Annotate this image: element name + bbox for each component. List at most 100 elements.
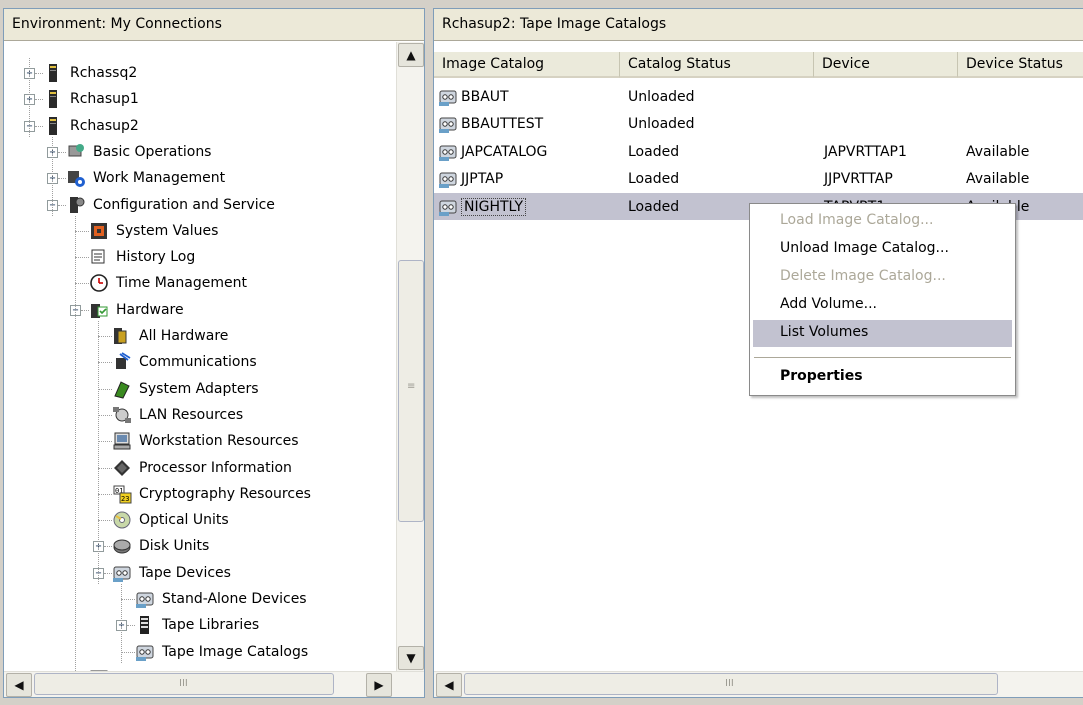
tree-node-label: History Log <box>116 249 196 266</box>
tree-node[interactable]: System Values <box>89 218 220 244</box>
navigation-tree[interactable]: + Rchassq2 + Rchasup1− Rchasup2 + Basic Operat… <box>4 42 397 672</box>
tree-connector <box>98 493 112 495</box>
tree-connector <box>98 441 112 443</box>
system-adapters-icon <box>112 379 132 399</box>
cell-device: JJPVRTTAP <box>824 171 893 188</box>
tree-node[interactable]: All Hardware <box>112 323 230 349</box>
menu-separator <box>754 357 1011 358</box>
tree-node[interactable]: Work Management <box>66 165 227 191</box>
tree-node-label: Optical Units <box>139 512 229 529</box>
cell-catalog-status: Unloaded <box>628 116 695 133</box>
scroll-left-button[interactable]: ◀ <box>6 673 32 697</box>
tape-image-catalog-icon <box>438 197 460 217</box>
tree-node[interactable]: Tape Libraries <box>135 612 261 638</box>
tree-node[interactable]: Time Management <box>89 270 249 296</box>
catalog-name: JJPTAP <box>461 171 504 188</box>
catalog-row[interactable]: BBAUT Unloaded <box>434 83 1083 110</box>
tree-node[interactable]: Disk Units <box>112 533 211 559</box>
catalog-row[interactable]: BBAUTTEST Unloaded <box>434 111 1083 138</box>
tree-node[interactable]: Tape Image Catalogs <box>135 639 310 665</box>
configuration-icon <box>66 195 86 215</box>
tree-node-label: Time Management <box>116 275 247 292</box>
cell-device-status: Available <box>966 171 1030 188</box>
tree-node[interactable]: Rchasup1 <box>43 86 141 112</box>
tree-node[interactable]: Communications <box>112 349 259 375</box>
tree-connector <box>35 99 43 101</box>
tape-drive-icon <box>135 589 155 609</box>
catalog-row[interactable]: JJPTAP Loaded JJPVRTTAP Available <box>434 166 1083 193</box>
tree-node-label: Tape Image Catalogs <box>162 643 309 660</box>
tree-node[interactable]: 01 23 Cryptography Resources <box>112 481 313 507</box>
tree-scroll-thumb[interactable]: ≡ <box>398 260 424 522</box>
tree-node-label: Cryptography Resources <box>139 485 311 502</box>
tree-node[interactable]: Tape Devices <box>112 560 233 586</box>
tree-node[interactable]: Basic Operations <box>66 139 213 165</box>
tree-guide-line <box>52 136 53 216</box>
tree-hscroll-thumb[interactable]: III <box>34 673 334 695</box>
tree-node-label: All Hardware <box>139 328 229 344</box>
tape-library-icon <box>135 615 155 635</box>
tree-node-label: Tape Libraries <box>162 617 260 634</box>
tape-image-catalog-icon <box>438 169 460 189</box>
grip-icon: III <box>179 678 188 689</box>
tree-node[interactable]: LAN Resources <box>112 402 245 428</box>
tree-node-label: Communications <box>139 354 257 371</box>
tree-node-label: Tape Devices <box>139 564 231 581</box>
menu-item-delete-image-catalog[interactable]: Delete Image Catalog... <box>753 264 1012 291</box>
tree-node[interactable]: Rchassq2 <box>43 60 139 86</box>
scroll-right-button[interactable]: ▶ <box>366 673 392 697</box>
tree-node-label: Workstation Resources <box>139 433 299 450</box>
tree-connector <box>98 362 112 364</box>
tree-node[interactable]: Configuration and Service <box>66 192 277 218</box>
svg-text:23: 23 <box>121 495 129 503</box>
tree-connector <box>75 230 89 232</box>
tree-connector <box>58 204 66 206</box>
list-horizontal-scrollbar[interactable]: ◀ III <box>434 671 1083 697</box>
menu-item-add-volume[interactable]: Add Volume... <box>753 292 1012 319</box>
optical-disc-icon <box>112 510 132 530</box>
column-header-catalog-status[interactable]: Catalog Status <box>620 52 814 78</box>
menu-item-load-image-catalog[interactable]: Load Image Catalog... <box>753 208 1012 235</box>
tree-node[interactable]: Hardware <box>89 297 186 323</box>
column-header-image-catalog[interactable]: Image Catalog <box>434 52 620 78</box>
column-header-device[interactable]: Device <box>814 52 958 78</box>
tree-node-label: Rchassq2 <box>70 65 138 81</box>
cell-image-catalog: BBAUTTEST <box>434 114 620 134</box>
menu-item-properties[interactable]: Properties <box>753 364 1012 391</box>
tree-node-label: Disk Units <box>139 538 210 555</box>
column-header-device-status[interactable]: Device Status <box>958 52 1083 78</box>
tree-node[interactable]: System Adapters <box>112 376 261 402</box>
tree-connector <box>75 283 89 285</box>
content-pane-header: Rchasup2: Tape Image Catalogs <box>434 9 1083 41</box>
tree-node[interactable]: Processor Information <box>112 455 294 481</box>
cell-device: JAPVRTTAP1 <box>824 143 907 160</box>
scroll-up-button[interactable]: ▲ <box>398 43 424 67</box>
server-icon <box>43 89 63 109</box>
menu-item-list-volumes[interactable]: List Volumes <box>753 320 1012 347</box>
tree-node-label: Processor Information <box>139 459 292 476</box>
cell-image-catalog: BBAUT <box>434 87 620 107</box>
tree-node[interactable]: Optical Units <box>112 507 231 533</box>
catalog-name: BBAUT <box>461 88 509 105</box>
list-hscroll-thumb[interactable]: III <box>464 673 998 695</box>
tree-vertical-scrollbar[interactable]: ▲ ≡ ▼ <box>396 42 424 672</box>
menu-item-unload-image-catalog[interactable]: Unload Image Catalog... <box>753 236 1012 263</box>
tree-connector <box>98 520 112 522</box>
catalog-name: JAPCATALOG <box>461 143 548 160</box>
list-scroll-left-button[interactable]: ◀ <box>436 673 462 697</box>
tree-node-label: Stand-Alone Devices <box>162 591 307 607</box>
tree-node[interactable]: Rchasup2 <box>43 113 141 139</box>
list-column-headers: Image Catalog Catalog Status Device Devi… <box>434 52 1083 78</box>
tree-node[interactable]: Workstation Resources <box>112 428 301 454</box>
tree-node[interactable]: History Log <box>89 244 197 270</box>
tree-horizontal-scrollbar[interactable]: ◀ III ▶ <box>4 671 424 697</box>
cryptography-icon: 01 23 <box>112 484 132 504</box>
catalog-row[interactable]: JAPCATALOG Loaded JAPVRTTAP1 Available <box>434 138 1083 165</box>
processor-icon <box>112 458 132 478</box>
tape-image-catalog-icon <box>135 642 155 662</box>
tree-connector <box>35 73 43 74</box>
tree-node[interactable]: Stand-Alone Devices <box>135 586 309 612</box>
tree-connector <box>121 599 135 600</box>
cell-image-catalog: NIGHTLY <box>434 197 620 217</box>
scroll-down-button[interactable]: ▼ <box>398 646 424 670</box>
